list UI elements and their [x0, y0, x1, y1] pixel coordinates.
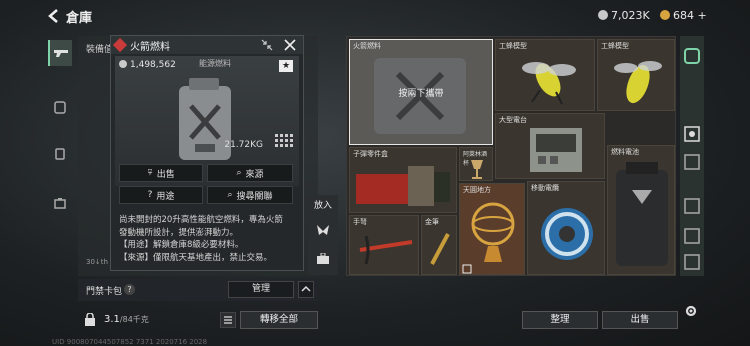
premium-coin-icon [660, 10, 670, 20]
item-category: 能源燃料 [199, 59, 231, 68]
tab-grid-icon[interactable] [682, 196, 702, 216]
slot-bee-model-2[interactable]: 工蜂模型 [597, 39, 675, 111]
item-detail-popup: 火箭燃料 1,498,562 能源燃料 ★ 21.72KG ⍫ 出售 ⌕ 來源 ? 用… [110, 35, 304, 271]
cable-reel-image [541, 208, 593, 260]
sort-button[interactable]: 整理 [522, 311, 598, 329]
warehouse-grid: 火箭燃料 按兩下攜帶 工蜂模型 工蜂模型 大型電台 燃料電池 子彈零件盒 阿萊林… [346, 36, 676, 276]
briefcase-icon [54, 198, 66, 209]
tab-gear-box-icon[interactable] [682, 124, 702, 144]
tab-grid-icon[interactable] [682, 152, 702, 172]
lock-icon [85, 313, 95, 326]
item-name: 火箭燃料 [130, 41, 170, 53]
side-label: 30↓th [86, 258, 108, 266]
search-icon: ⌕ [227, 190, 233, 200]
backpack-icon [55, 148, 65, 160]
move-all-button[interactable]: 轉移全部 [240, 311, 318, 329]
tab-home-icon[interactable] [682, 46, 702, 66]
gold-pen-image [430, 233, 450, 265]
collapse-icon[interactable] [261, 39, 273, 51]
drag-hint: 按兩下攜帶 [398, 89, 444, 99]
nav-weapon[interactable] [48, 40, 72, 66]
put-in-label: 放入 [313, 201, 332, 211]
slot-bee-model-1[interactable]: 工蜂模型 [495, 39, 595, 111]
manage-button[interactable]: 管理 [228, 281, 294, 298]
sell-all-button[interactable]: 出售 [602, 311, 678, 329]
slot-ammo-parts-box[interactable]: 子彈零件盒 [349, 147, 457, 213]
armillary-sphere-image [471, 202, 515, 262]
crossbow-image [359, 235, 413, 265]
slot-alerin-wine-glass[interactable]: 阿萊林酒杯 [459, 147, 493, 181]
nav-case[interactable] [48, 190, 72, 216]
uid-text: UID 900807044507852 7371 2020716 2028 [52, 338, 208, 346]
radio-image [530, 128, 582, 172]
fuel-cell-image [616, 162, 668, 266]
back-arrow-icon[interactable] [46, 8, 60, 24]
fuel-canister-image [179, 78, 231, 160]
expand-button[interactable] [298, 281, 314, 298]
search-related-button[interactable]: ⌕ 搜尋關聯 [207, 186, 293, 204]
page-title: 倉庫 [66, 11, 93, 26]
help-icon[interactable]: ? [124, 284, 135, 295]
item-price: 1,498,562 [119, 60, 176, 70]
wings-icon[interactable] [316, 223, 330, 237]
favorite-star-button[interactable]: ★ [279, 60, 293, 72]
premium-amount: 684 [673, 9, 694, 22]
capacity: 3.1/84千克 [104, 314, 149, 325]
coin-icon [119, 60, 127, 68]
source-button[interactable]: ⌕ 來源 [207, 164, 293, 182]
item-description: 尚未開封的20升高性能航空燃料，專為火箭 發動機所設計，提供澎湃動力。 【用途】… [119, 215, 283, 263]
tab-grid-icon[interactable] [682, 226, 702, 246]
currency-coins: 7,023K [598, 9, 650, 22]
item-weight: 21.72KG [224, 140, 263, 150]
nav-backpack[interactable] [48, 140, 72, 166]
bee-model-image [614, 61, 662, 104]
wine-glass-image [471, 160, 483, 179]
tag-icon [462, 264, 472, 274]
put-in-panel: 放入 [308, 195, 338, 275]
nav-armor[interactable] [48, 94, 72, 120]
price-value: 1,498,562 [130, 60, 176, 70]
tab-grid-icon[interactable] [682, 252, 702, 272]
gear-icon[interactable] [684, 304, 698, 318]
slot-armillary-sphere[interactable]: 天圓地方 [459, 183, 525, 275]
ammo-box-image [356, 166, 450, 206]
bee-model-image [522, 62, 576, 105]
list-view-button[interactable] [220, 312, 236, 328]
list-icon [224, 316, 232, 324]
sell-icon: ⍫ [147, 168, 153, 178]
toolbox-icon[interactable] [316, 253, 330, 265]
pistol-icon [54, 50, 68, 57]
sell-button[interactable]: ⍫ 出售 [119, 164, 203, 182]
slot-gold-pen[interactable]: 金筆 [421, 215, 457, 275]
close-icon[interactable] [283, 38, 297, 52]
usage-button[interactable]: ? 用途 [119, 186, 203, 204]
chevron-up-icon [301, 285, 311, 292]
coin-amount: 7,023K [611, 9, 650, 22]
slot-fuel-cell[interactable]: 燃料電池 [607, 145, 675, 275]
add-premium-icon[interactable]: + [698, 9, 707, 22]
keycard-label: 門禁卡包 [86, 287, 123, 297]
search-icon: ⌕ [236, 168, 242, 178]
coin-icon [598, 10, 608, 20]
size-grid-icon [275, 134, 293, 147]
slot-mobile-cable[interactable]: 移動電纜 [527, 181, 605, 275]
currency-premium[interactable]: 684 + [660, 9, 707, 22]
equipment-value-label: 裝備值 [86, 45, 114, 55]
top-bar: 倉庫 7,023K 684 + [0, 0, 750, 32]
vest-icon [54, 101, 66, 114]
rarity-diamond-icon [112, 37, 128, 53]
question-icon: ? [147, 190, 153, 200]
slot-large-radio[interactable]: 大型電台 [495, 113, 605, 179]
popup-header: 火箭燃料 [111, 36, 303, 54]
right-tabs [680, 36, 704, 276]
slot-rocket-fuel[interactable]: 火箭燃料 按兩下攜帶 [349, 39, 493, 145]
slot-crossbow[interactable]: 手弩 [349, 215, 419, 275]
